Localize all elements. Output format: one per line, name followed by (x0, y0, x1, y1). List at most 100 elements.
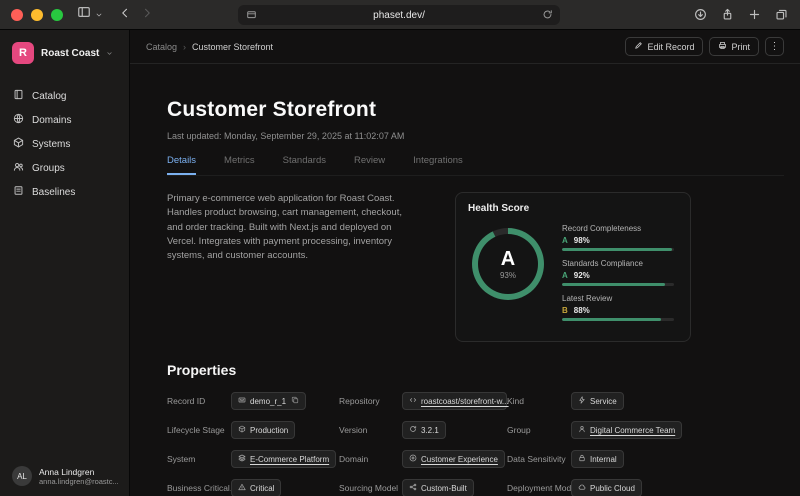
metric-progress-bar (562, 318, 674, 321)
metric-progress-bar (562, 248, 674, 251)
prop-label-version: Version (339, 425, 402, 435)
person-icon (578, 425, 586, 435)
tab-integrations[interactable]: Integrations (413, 155, 463, 175)
health-grade: A (501, 249, 515, 269)
sidebar-item-groups[interactable]: Groups (0, 156, 129, 180)
workspace-logo: R (12, 42, 34, 64)
url-text: phaset.dev/ (373, 10, 425, 21)
prop-label-lifecycle: Lifecycle Stage (167, 425, 231, 435)
metric-grade: B (562, 306, 568, 315)
prop-label-kind: Kind (507, 396, 571, 406)
metric-record-completeness: Record Completeness A 98% (562, 224, 678, 251)
record-description: Primary e-commerce web application for R… (167, 192, 419, 263)
back-icon[interactable] (119, 6, 131, 24)
sidebar-toggle-icon[interactable] (77, 5, 91, 24)
share-icon[interactable] (721, 8, 734, 26)
alert-triangle-icon (238, 483, 246, 493)
breadcrumb-catalog[interactable]: Catalog (146, 42, 177, 52)
metric-value: 88% (574, 306, 590, 315)
tab-details[interactable]: Details (167, 155, 196, 175)
tab-metrics[interactable]: Metrics (224, 155, 255, 175)
record-tabs: Details Metrics Standards Review Integra… (167, 155, 784, 176)
catalog-book-icon (13, 87, 24, 105)
last-updated: Last updated: Monday, September 29, 2025… (167, 131, 784, 141)
sidebar-item-label: Baselines (32, 187, 75, 198)
tab-standards[interactable]: Standards (283, 155, 326, 175)
cloud-icon (578, 483, 586, 493)
user-menu[interactable]: AL Anna Lindgren anna.lindgren@roastc... (0, 456, 129, 496)
prop-label-deployment-model: Deployment Model (507, 483, 571, 493)
prop-label-data-sensitivity: Data Sensitivity (507, 454, 571, 464)
breadcrumb-separator: › (183, 42, 186, 52)
prop-value-lifecycle: Production (231, 421, 295, 439)
prop-value-version: 3.2.1 (402, 421, 446, 439)
prop-value-deployment-model: Public Cloud (571, 479, 642, 496)
box-icon (238, 425, 246, 435)
layers-icon (238, 454, 246, 464)
prop-value-group[interactable]: Digital Commerce Team (571, 421, 682, 439)
prop-value-data-sensitivity: Internal (571, 450, 624, 468)
tab-review[interactable]: Review (354, 155, 385, 175)
breadcrumb-current: Customer Storefront (192, 42, 273, 52)
sidebar: R Roast Coast Catalog Domains Systems Gr… (0, 30, 130, 496)
workspace-switcher[interactable]: R Roast Coast (0, 30, 129, 68)
kebab-icon: ⋮ (770, 41, 780, 52)
health-score-card: Health Score A 93% Record Completeness (455, 192, 691, 342)
health-percent: 93% (500, 271, 516, 280)
close-window-button[interactable] (11, 9, 23, 21)
prop-value-domain[interactable]: Customer Experience (402, 450, 505, 468)
zoom-window-button[interactable] (51, 9, 63, 21)
breadcrumb: Catalog › Customer Storefront (146, 42, 273, 52)
domains-globe-icon (13, 111, 24, 129)
workspace-name: Roast Coast (41, 48, 99, 59)
prop-value-record-id: demo_r_1 (231, 392, 306, 410)
prop-value-system[interactable]: E-Commerce Platform (231, 450, 336, 468)
copy-icon[interactable] (291, 396, 299, 406)
forward-icon[interactable] (141, 6, 153, 24)
edit-record-button[interactable]: Edit Record (625, 37, 703, 56)
prop-label-system: System (167, 454, 231, 464)
tab-overview-icon[interactable] (775, 8, 788, 26)
sidebar-item-catalog[interactable]: Catalog (0, 84, 129, 108)
baselines-list-icon (13, 183, 24, 201)
more-actions-button[interactable]: ⋮ (765, 37, 784, 56)
page-title: Customer Storefront (167, 98, 784, 122)
metric-grade: A (562, 236, 568, 245)
address-bar[interactable]: phaset.dev/ (238, 5, 560, 25)
main-panel: Catalog › Customer Storefront Edit Recor… (130, 30, 800, 496)
properties-heading: Properties (167, 362, 784, 378)
prop-label-repository: Repository (339, 396, 402, 406)
page-info-icon[interactable] (246, 9, 257, 23)
prop-label-sourcing-model: Sourcing Model (339, 483, 402, 493)
code-icon (409, 396, 417, 406)
nodes-icon (409, 483, 417, 493)
health-score-gauge: A 93% (472, 228, 544, 300)
prop-value-business-criticality: Critical (231, 479, 281, 496)
sidebar-item-systems[interactable]: Systems (0, 132, 129, 156)
prop-value-sourcing-model: Custom-Built (402, 479, 474, 496)
printer-icon (718, 41, 727, 52)
new-tab-icon[interactable] (748, 8, 761, 26)
reload-icon[interactable] (542, 9, 553, 23)
sidebar-item-domains[interactable]: Domains (0, 108, 129, 132)
sidebar-item-label: Groups (32, 163, 65, 174)
minimize-window-button[interactable] (31, 9, 43, 21)
prop-label-domain: Domain (339, 454, 402, 464)
prop-value-repository[interactable]: roastcoast/storefront-w... (402, 392, 507, 410)
target-icon (409, 454, 417, 464)
avatar: AL (12, 466, 32, 486)
sidebar-item-baselines[interactable]: Baselines (0, 180, 129, 204)
systems-cube-icon (13, 135, 24, 153)
properties-grid: Record ID demo_r_1 Repository roastcoast… (167, 391, 784, 496)
chevron-down-icon[interactable] (95, 6, 103, 24)
metric-value: 92% (574, 271, 590, 280)
metric-latest-review: Latest Review B 88% (562, 294, 678, 321)
browser-chrome: phaset.dev/ (0, 0, 800, 30)
downloads-icon[interactable] (694, 8, 707, 26)
user-name: Anna Lindgren (39, 467, 119, 477)
lock-icon (578, 454, 586, 464)
bolt-icon (578, 396, 586, 406)
print-button[interactable]: Print (709, 37, 759, 56)
record-toolbar: Catalog › Customer Storefront Edit Recor… (130, 30, 800, 64)
metric-progress-bar (562, 283, 674, 286)
